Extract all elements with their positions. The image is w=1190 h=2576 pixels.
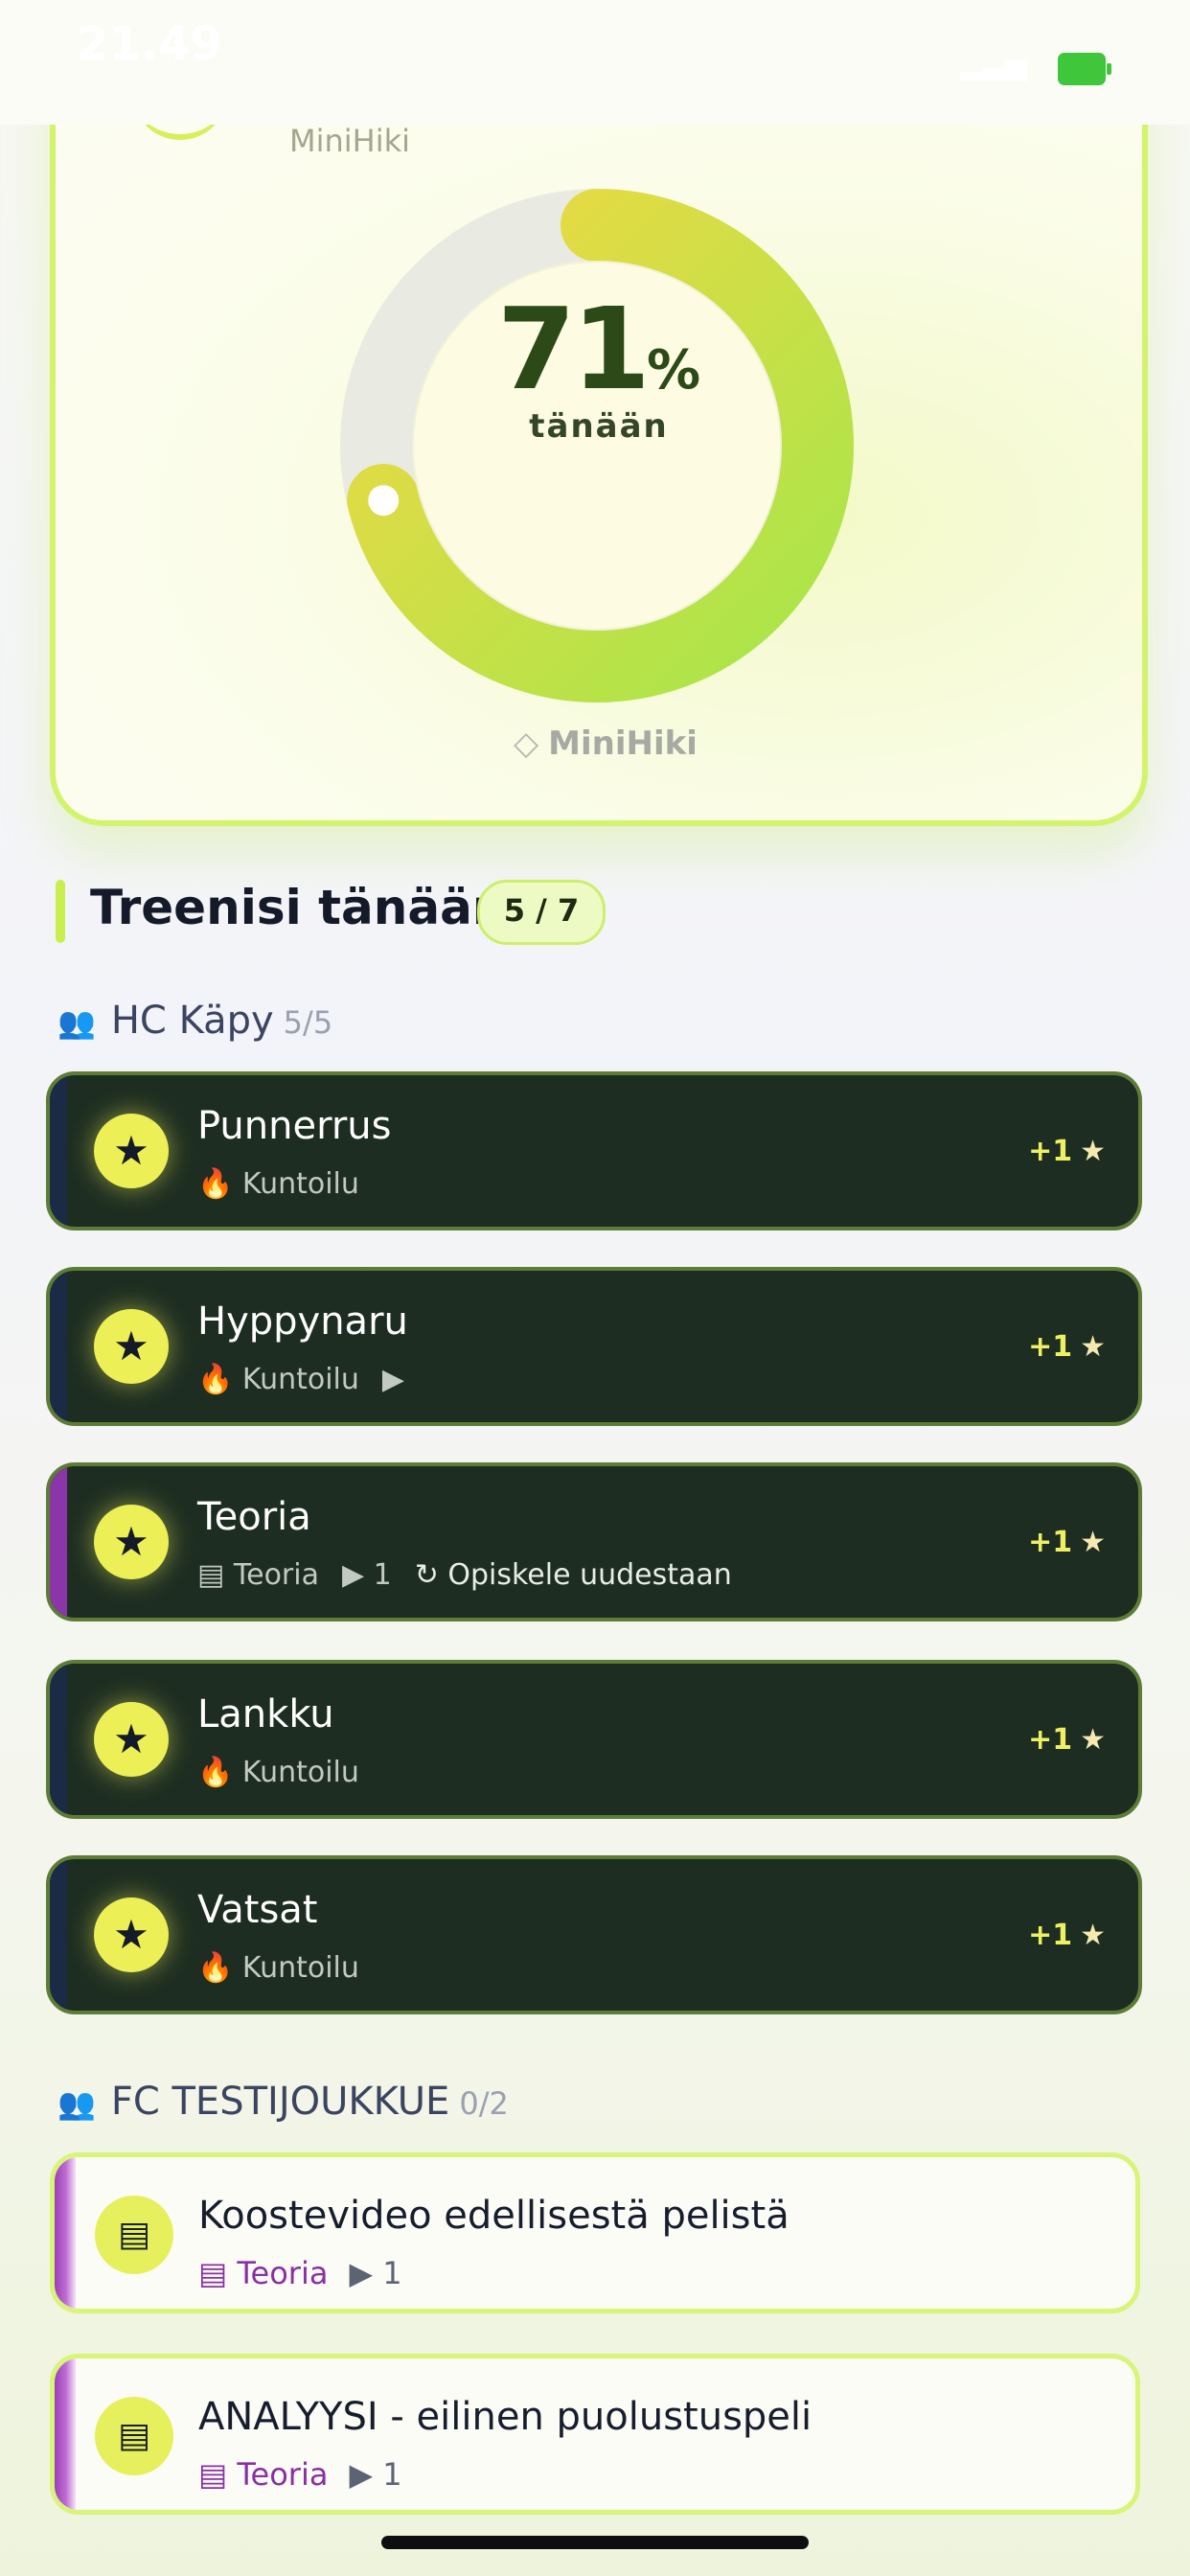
reward-badge: +1 ★ bbox=[1028, 1135, 1106, 1168]
team-icon: 👥 bbox=[57, 1004, 96, 1041]
theory-book-icon: ▤ bbox=[198, 2255, 238, 2291]
card-accent-strip bbox=[55, 2157, 76, 2309]
theory-title: ANALYYSI - eilinen puolustuspeli bbox=[198, 2395, 812, 2439]
exercise-card[interactable]: ★ Hyppynaru 🔥 Kuntoilu ▶ +1 ★ bbox=[46, 1267, 1142, 1426]
exercise-meta: 🔥 Kuntoilu ▶ bbox=[197, 1363, 427, 1396]
reward-value: +1 bbox=[1028, 1135, 1073, 1168]
exercise-meta: ▤ Teoria ▶ 1 ↻ Opiskele uudestaan bbox=[197, 1558, 755, 1592]
play-video-icon[interactable]: ▶ bbox=[349, 2255, 382, 2291]
team-icon: 👥 bbox=[57, 2085, 96, 2122]
brand-label: MiniHiki bbox=[289, 123, 411, 159]
group-header-hc-kapy: 👥 HC Käpy 5/5 bbox=[57, 999, 332, 1043]
reward-badge: +1 ★ bbox=[1028, 1526, 1106, 1559]
star-icon: ★ bbox=[94, 1898, 169, 1972]
exercise-card[interactable]: ★ Vatsat 🔥 Kuntoilu +1 ★ bbox=[46, 1855, 1142, 2014]
fox-logo-icon: ◇ bbox=[514, 724, 539, 763]
reward-badge: +1 ★ bbox=[1028, 1330, 1106, 1364]
play-video-icon[interactable]: ▶ bbox=[349, 2456, 382, 2493]
card-accent-strip bbox=[50, 1859, 67, 2011]
reward-value: +1 bbox=[1028, 1723, 1073, 1757]
category-tag: 🔥 Kuntoilu bbox=[197, 1363, 359, 1396]
section-accent-bar bbox=[56, 880, 65, 943]
reward-star-icon: ★ bbox=[1080, 1526, 1106, 1559]
theory-title: Koostevideo edellisestä pelistä bbox=[198, 2194, 790, 2238]
star-icon: ★ bbox=[94, 1505, 169, 1579]
home-indicator bbox=[381, 2536, 809, 2549]
card-accent-strip bbox=[50, 1466, 67, 1618]
status-bar: 21.49 ▂▃▅ ◠ bbox=[0, 0, 1190, 125]
card-accent-strip bbox=[50, 1271, 67, 1422]
exercise-card[interactable]: ★ Punnerrus 🔥 Kuntoilu +1 ★ bbox=[46, 1071, 1142, 1230]
completed-count-badge: 5 / 7 bbox=[477, 880, 606, 945]
progress-percent: 71 bbox=[496, 283, 651, 415]
reward-value: +1 bbox=[1028, 1330, 1073, 1364]
restudy-link[interactable]: ↻ Opiskele uudestaan bbox=[415, 1558, 732, 1592]
category-tag: 🔥 Kuntoilu bbox=[197, 1756, 359, 1789]
progress-percent-block: 71% bbox=[56, 283, 1142, 415]
daily-progress-card: MiniHiki 71% tänään ◇ MiniHiki bbox=[50, 58, 1148, 826]
theory-meta: ▤ Teoria ▶ 1 bbox=[198, 2456, 402, 2493]
section-title: Treenisi tänään bbox=[90, 880, 507, 935]
card-accent-strip bbox=[55, 2358, 76, 2510]
group-header-fc-testijoukkue: 👥 FC TESTIJOUKKUE 0/2 bbox=[57, 2080, 509, 2124]
reward-value: +1 bbox=[1028, 1919, 1073, 1952]
exercise-title: Vatsat bbox=[197, 1888, 318, 1932]
exercise-title: Teoria bbox=[197, 1495, 311, 1539]
play-video-icon[interactable]: ▶ bbox=[382, 1363, 404, 1396]
group-name: FC TESTIJOUKKUE bbox=[110, 2080, 450, 2124]
exercise-card[interactable]: ★ Lankku 🔥 Kuntoilu +1 ★ bbox=[46, 1660, 1142, 1819]
reward-star-icon: ★ bbox=[1080, 1330, 1106, 1364]
category-tag: 🔥 Kuntoilu bbox=[197, 1951, 359, 1985]
video-count: 1 bbox=[382, 2456, 402, 2493]
card-accent-strip bbox=[50, 1664, 67, 1815]
theory-card[interactable]: ▤ ANALYYSI - eilinen puolustuspeli ▤ Teo… bbox=[50, 2354, 1140, 2515]
exercise-meta: 🔥 Kuntoilu bbox=[197, 1756, 382, 1789]
status-time: 21.49 bbox=[77, 17, 222, 71]
category-tag: 🔥 Kuntoilu bbox=[197, 1167, 359, 1201]
book-icon: ▤ bbox=[95, 2196, 173, 2274]
book-icon: ▤ bbox=[95, 2397, 173, 2475]
group-count: 5/5 bbox=[283, 1004, 333, 1041]
brand-footer: ◇ MiniHiki bbox=[514, 724, 698, 763]
exercise-meta: 🔥 Kuntoilu bbox=[197, 1167, 382, 1201]
exercise-title: Hyppynaru bbox=[197, 1300, 408, 1344]
video-count: 1 bbox=[382, 2255, 402, 2291]
exercise-meta: 🔥 Kuntoilu bbox=[197, 1951, 382, 1985]
video-count[interactable]: ▶ 1 bbox=[342, 1558, 392, 1592]
theory-type: Teoria bbox=[237, 2255, 329, 2291]
exercise-card[interactable]: ★ Teoria ▤ Teoria ▶ 1 ↻ Opiskele uudestaan… bbox=[46, 1462, 1142, 1622]
brand-name: MiniHiki bbox=[548, 724, 698, 763]
theory-meta: ▤ Teoria ▶ 1 bbox=[198, 2255, 402, 2291]
star-icon: ★ bbox=[94, 1114, 169, 1188]
star-icon: ★ bbox=[94, 1702, 169, 1777]
percent-symbol: % bbox=[647, 339, 701, 402]
star-icon: ★ bbox=[94, 1309, 169, 1384]
group-count: 0/2 bbox=[459, 2085, 509, 2122]
reward-value: +1 bbox=[1028, 1526, 1073, 1559]
theory-card[interactable]: ▤ Koostevideo edellisestä pelistä ▤ Teor… bbox=[50, 2152, 1140, 2313]
cellular-signal-icon: ▂▃▅ bbox=[960, 48, 1027, 81]
category-tag: ▤ Teoria bbox=[197, 1558, 319, 1592]
exercise-title: Lankku bbox=[197, 1692, 334, 1736]
reward-star-icon: ★ bbox=[1080, 1135, 1106, 1168]
card-accent-strip bbox=[50, 1075, 67, 1227]
exercise-title: Punnerrus bbox=[197, 1104, 392, 1148]
progress-ring bbox=[340, 189, 854, 702]
reward-badge: +1 ★ bbox=[1028, 1919, 1106, 1952]
progress-label: tänään bbox=[529, 407, 669, 446]
ring-progress-knob bbox=[368, 485, 400, 517]
reward-star-icon: ★ bbox=[1080, 1919, 1106, 1952]
theory-book-icon: ▤ bbox=[198, 2456, 238, 2493]
battery-icon bbox=[1058, 53, 1111, 85]
reward-star-icon: ★ bbox=[1080, 1723, 1106, 1757]
group-name: HC Käpy bbox=[110, 999, 274, 1043]
reward-badge: +1 ★ bbox=[1028, 1723, 1106, 1757]
theory-type: Teoria bbox=[237, 2456, 329, 2493]
